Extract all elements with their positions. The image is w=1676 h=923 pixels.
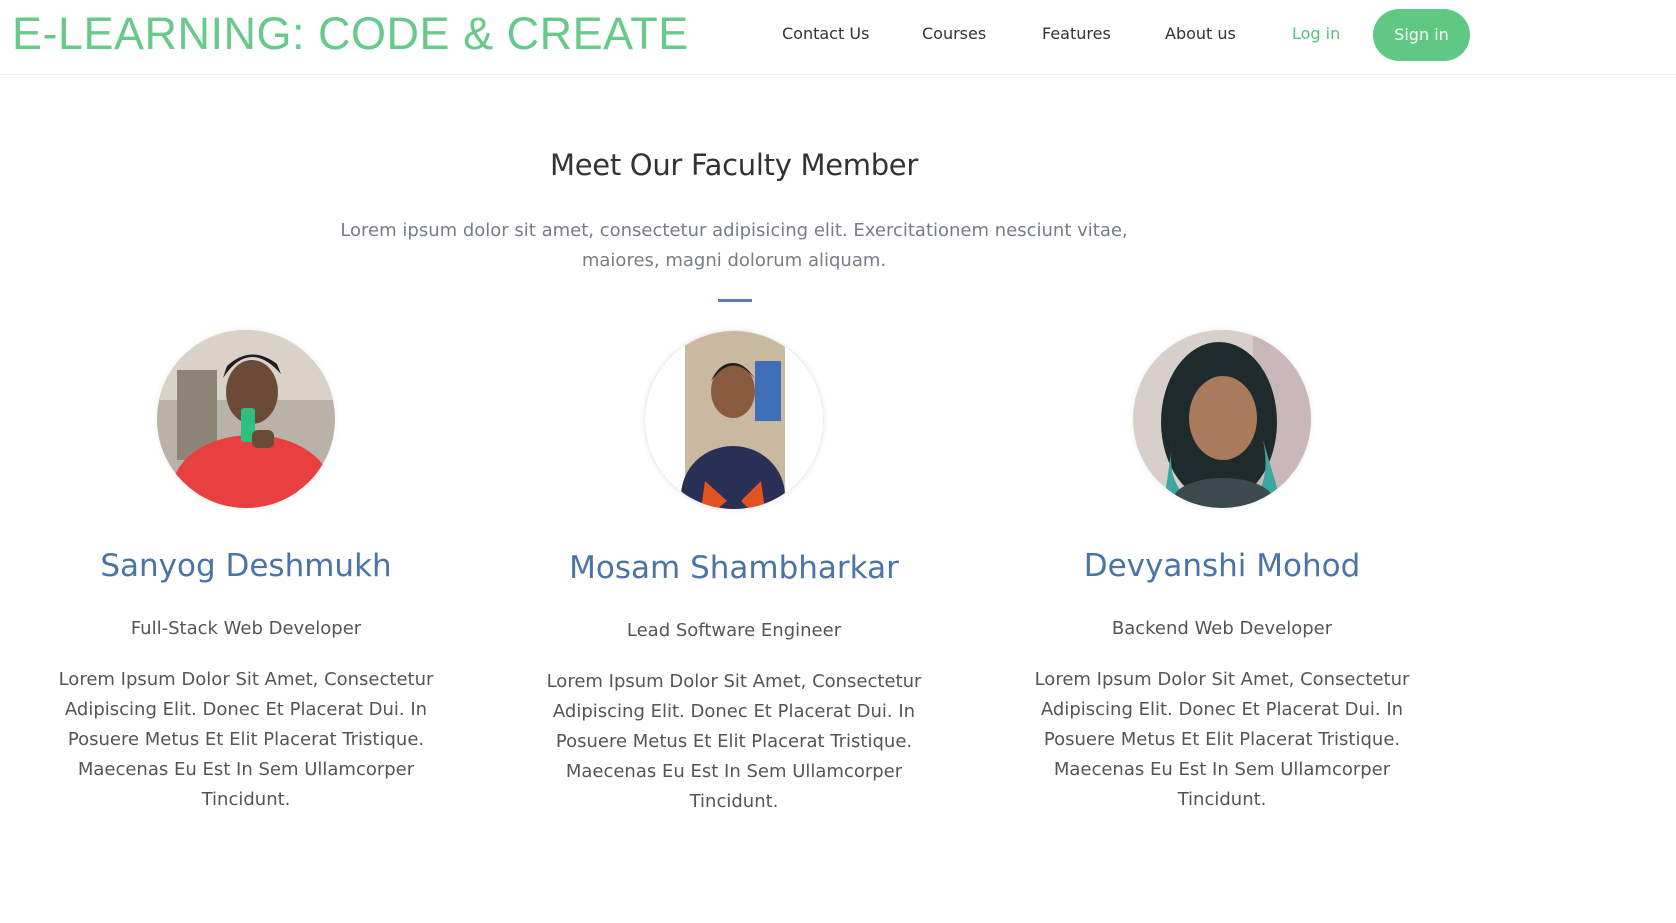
nav-log-in[interactable]: Log in xyxy=(1292,24,1340,43)
member-name[interactable]: Sanyog Deshmukh xyxy=(26,548,466,584)
member-bio: Lorem Ipsum Dolor Sit Amet, Consectetur … xyxy=(58,669,434,810)
avatar-photo xyxy=(157,330,335,508)
avatar xyxy=(157,330,335,508)
section-subtitle: Lorem ipsum dolor sit amet, consectetur … xyxy=(340,220,1128,271)
faculty-card: Sanyog Deshmukh Full-Stack Web Developer… xyxy=(26,330,466,815)
member-bio: Lorem Ipsum Dolor Sit Amet, Consectetur … xyxy=(1034,669,1410,810)
section-title: Meet Our Faculty Member xyxy=(550,148,918,182)
navbar: E-LEARNING: CODE & CREATE Contact Us Cou… xyxy=(0,0,1676,75)
member-role: Full-Stack Web Developer xyxy=(130,618,362,639)
faculty-card: Mosam Shambharkar Lead Software Engineer… xyxy=(514,330,954,817)
faculty-card: Devyanshi Mohod Backend Web Developer Lo… xyxy=(1002,330,1442,815)
brand-logo-text[interactable]: E-LEARNING: CODE & CREATE xyxy=(12,8,689,60)
member-name[interactable]: Mosam Shambharkar xyxy=(514,550,954,586)
avatar xyxy=(1133,330,1311,508)
nav-about-us[interactable]: About us xyxy=(1165,24,1236,43)
member-bio: Lorem Ipsum Dolor Sit Amet, Consectetur … xyxy=(546,671,922,812)
avatar xyxy=(644,330,824,510)
member-name[interactable]: Devyanshi Mohod xyxy=(1002,548,1442,584)
nav-courses[interactable]: Courses xyxy=(922,24,986,43)
avatar-photo xyxy=(645,331,823,509)
member-role: Lead Software Engineer xyxy=(626,620,842,641)
nav-features[interactable]: Features xyxy=(1042,24,1111,43)
sign-in-button[interactable]: Sign in xyxy=(1373,9,1470,61)
member-role: Backend Web Developer xyxy=(1111,618,1333,639)
title-divider xyxy=(718,299,752,302)
nav-contact-us[interactable]: Contact Us xyxy=(782,24,869,43)
avatar-photo xyxy=(1133,330,1311,508)
